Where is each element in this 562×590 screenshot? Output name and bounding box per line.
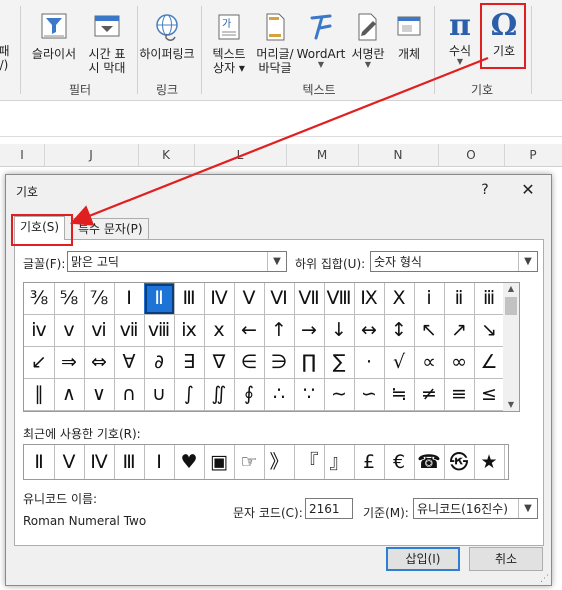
- annotation-arrow: [69, 56, 489, 226]
- red-arrow-line: [69, 56, 489, 226]
- tab-symbols[interactable]: 기호(S): [14, 216, 66, 240]
